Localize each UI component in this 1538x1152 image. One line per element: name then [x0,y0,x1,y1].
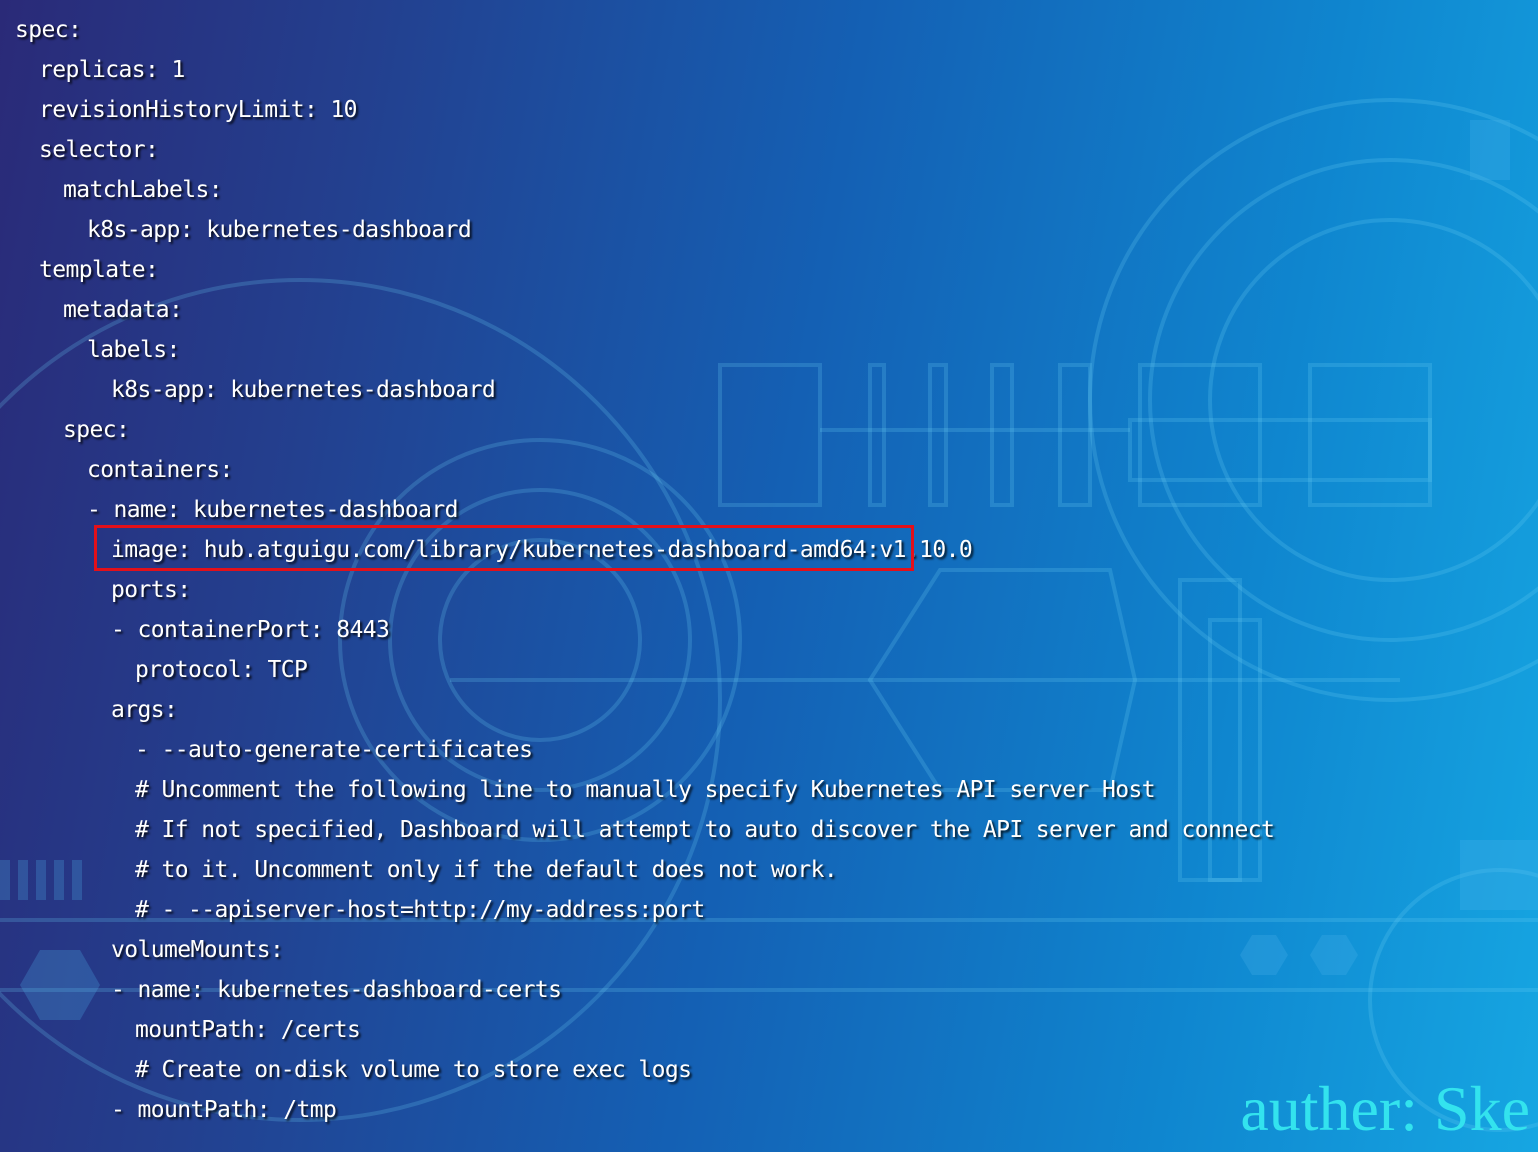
code-line: k8s-app: kubernetes-dashboard [87,217,472,243]
code-line: containers: [87,457,233,483]
code-line: labels: [87,337,180,363]
code-line: # Uncomment the following line to manual… [135,777,1156,803]
code-line: - containerPort: 8443 [111,617,390,643]
image-line-highlight-box [94,525,914,571]
code-line: replicas: 1 [39,57,185,83]
code-line: spec: [63,417,130,443]
code-line: k8s-app: kubernetes-dashboard [111,377,496,403]
code-line: protocol: TCP [135,657,308,683]
code-line: - name: kubernetes-dashboard [87,497,459,523]
code-line: matchLabels: [63,177,223,203]
code-line: mountPath: /certs [135,1017,361,1043]
code-line: ports: [111,577,191,603]
code-line: volumeMounts: [111,937,284,963]
author-watermark: auther: Ske [1240,1073,1530,1144]
code-line: - --auto-generate-certificates [135,737,533,763]
code-line: metadata: [63,297,183,323]
code-line: template: [39,257,159,283]
code-line: # - --apiserver-host=http://my-address:p… [135,897,705,923]
code-line: # If not specified, Dashboard will attem… [135,817,1275,843]
code-line: spec: [15,17,82,43]
code-line: # to it. Uncomment only if the default d… [135,857,838,883]
code-line: selector: [39,137,159,163]
code-line: args: [111,697,178,723]
code-line: revisionHistoryLimit: 10 [39,97,358,123]
code-line: - name: kubernetes-dashboard-certs [111,977,562,1003]
